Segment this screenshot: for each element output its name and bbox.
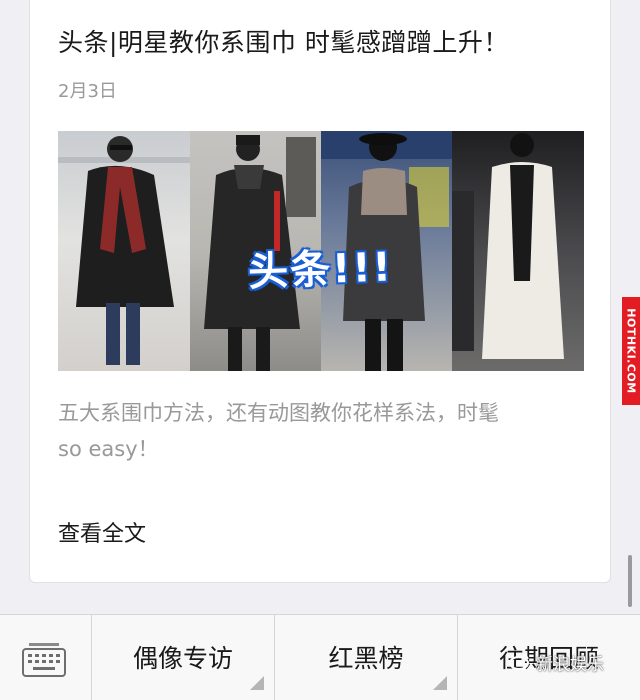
weibo-eye-icon (509, 654, 529, 670)
summary-line-1: 五大系围巾方法，还有动图教你花样系法，时髦 (58, 401, 499, 425)
keyboard-icon (22, 643, 66, 677)
submenu-indicator-icon (433, 676, 447, 690)
keyboard-toggle-button[interactable] (0, 615, 92, 700)
side-watermark-text: HOTHKI.COM (624, 308, 638, 394)
article-title[interactable]: 头条|明星教你系围巾 时髦感蹭蹭上升！ (58, 23, 598, 59)
menu-item-label: 偶像专访 (132, 643, 233, 673)
article-summary: 五大系围巾方法，还有动图教你花样系法，时髦 so easy！ (58, 395, 578, 467)
summary-line-2: so easy！ (58, 437, 159, 461)
scrollbar[interactable] (628, 555, 632, 607)
photo-panel-4 (452, 131, 584, 371)
article-date: 2月3日 (58, 81, 117, 102)
article-cover-image[interactable]: 头条!!! (58, 131, 584, 371)
menu-item-label: 红黑榜 (328, 643, 404, 673)
read-more-link[interactable]: 查看全文 (58, 516, 146, 548)
bottom-watermark-text: 新浪娱乐 (536, 654, 604, 675)
article-card[interactable]: 头条|明星教你系围巾 时髦感蹭蹭上升！ 2月3日 头条!!! 五大系围巾方法，还… (29, 0, 611, 583)
photo-panel-1 (58, 131, 190, 371)
submenu-indicator-icon (250, 676, 264, 690)
image-overlay-text: 头条!!! (247, 244, 394, 296)
bottom-watermark: 新浪娱乐 (508, 650, 604, 675)
menu-item-interview[interactable]: 偶像专访 (92, 615, 275, 700)
menu-item-red-black-list[interactable]: 红黑榜 (275, 615, 458, 700)
side-watermark: HOTHKI.COM (622, 297, 640, 405)
